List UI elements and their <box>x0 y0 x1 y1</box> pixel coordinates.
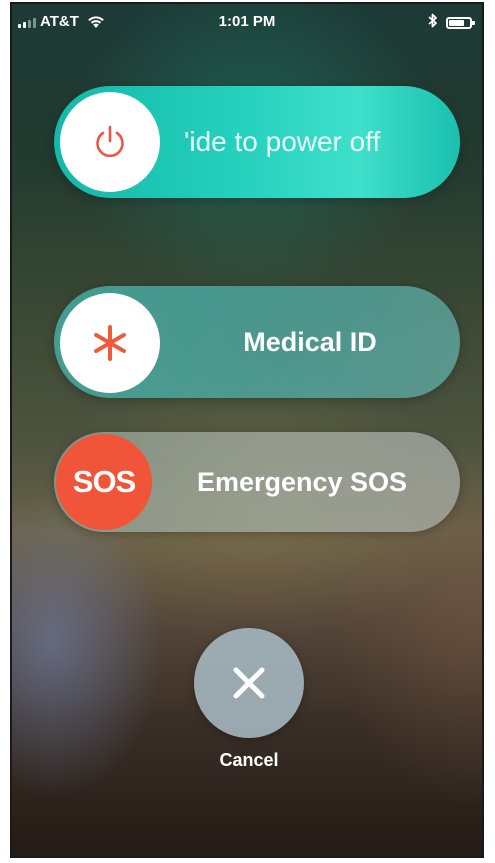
power-icon <box>96 125 124 158</box>
power-knob[interactable] <box>60 92 160 192</box>
phone-screen: AT&T 1:01 PM 'ide to power off Medical I… <box>10 2 484 858</box>
power-off-label: 'ide to power off <box>184 126 381 157</box>
medical-id-label: Medical ID <box>243 326 377 357</box>
battery-icon <box>446 16 475 29</box>
medical-id-slider[interactable]: Medical ID <box>54 286 460 398</box>
power-off-slider[interactable]: 'ide to power off <box>54 86 460 198</box>
status-right <box>428 13 475 32</box>
emergency-sos-label: Emergency SOS <box>196 466 408 497</box>
close-icon <box>233 667 265 699</box>
sos-knob[interactable]: SOS <box>56 434 152 530</box>
cancel-label: Cancel <box>219 750 279 770</box>
status-bar: AT&T 1:01 PM <box>12 4 482 44</box>
status-time: 1:01 PM <box>218 13 276 30</box>
asterisk-icon <box>94 325 126 361</box>
sos-badge: SOS <box>72 464 136 499</box>
cancel-button[interactable] <box>194 628 304 738</box>
bluetooth-icon <box>428 13 438 32</box>
emergency-sos-slider[interactable]: SOS Emergency SOS <box>54 432 460 532</box>
medical-id-knob[interactable] <box>60 293 160 393</box>
